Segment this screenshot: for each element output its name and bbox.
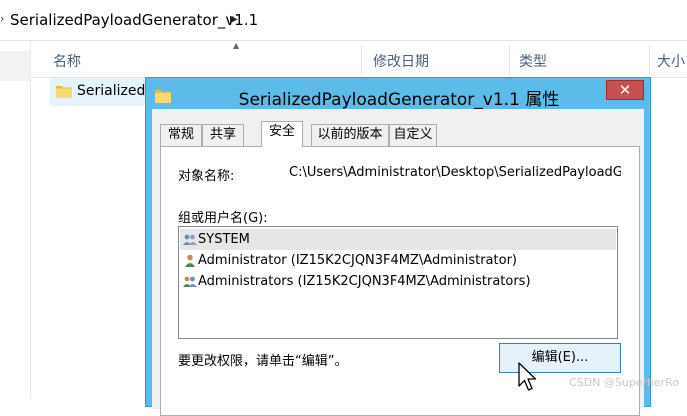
mouse-cursor-icon (518, 362, 537, 391)
address-path[interactable]: SerializedPayloadGenerator_v1.1 (10, 11, 258, 29)
tab-sharing[interactable]: 共享 (202, 124, 244, 146)
tab-previous-versions[interactable]: 以前的版本 (311, 124, 389, 146)
chevron-right-icon[interactable]: ▶ (230, 14, 238, 25)
navigation-pane-item[interactable] (0, 51, 30, 81)
column-divider[interactable] (361, 45, 362, 75)
list-item-administrator[interactable]: Administrator (IZ15K2CJQN3F4MZ\Administr… (180, 250, 616, 271)
user-name: Administrators (IZ15K2CJQN3F4MZ\Administ… (198, 274, 531, 289)
tab-customize[interactable]: 自定义 (389, 124, 437, 146)
properties-dialog: SerializedPayloadGenerator_v1.1 属性 ✕ 常规 … (145, 77, 651, 416)
navigation-pane (0, 41, 31, 399)
column-divider[interactable] (649, 45, 650, 75)
users-list[interactable]: SYSTEM Administrator (IZ15K2CJQN3F4MZ\Ad… (178, 226, 618, 339)
list-item-administrators[interactable]: Administrators (IZ15K2CJQN3F4MZ\Administ… (180, 271, 616, 292)
object-name-label: 对象名称: (178, 169, 235, 184)
group-or-user-label: 组或用户名(G): (178, 211, 268, 226)
users-group-icon (183, 276, 197, 287)
security-tab-panel: 对象名称: C:\Users\Administrator\Desktop\Ser… (160, 146, 640, 416)
dialog-title: SerializedPayloadGenerator_v1.1 属性 (238, 90, 560, 110)
user-icon (185, 254, 195, 267)
user-name: SYSTEM (198, 232, 250, 247)
watermark-text: CSDN @SuperherRo (569, 376, 680, 389)
column-type[interactable]: 类型 (519, 51, 547, 71)
address-back-chevron-icon: › (0, 12, 5, 25)
column-header: ▲ 名称 修改日期 类型 大小 (31, 41, 687, 78)
edit-hint-text: 要更改权限，请单击“编辑”。 (178, 354, 348, 369)
system-group-icon (183, 234, 197, 245)
dialog-body: 常规 共享 安全 以前的版本 自定义 对象名称: C:\Users\Admini… (152, 109, 644, 416)
tab-security[interactable]: 安全 (261, 121, 303, 147)
column-name[interactable]: 名称 (53, 51, 81, 71)
close-button[interactable]: ✕ (606, 80, 644, 100)
tab-general[interactable]: 常规 (160, 124, 202, 146)
column-date[interactable]: 修改日期 (373, 51, 429, 71)
column-size[interactable]: 大小 (657, 51, 685, 71)
list-item-system[interactable]: SYSTEM (180, 229, 616, 250)
user-name: Administrator (IZ15K2CJQN3F4MZ\Administr… (198, 253, 517, 268)
object-name-value: C:\Users\Administrator\Desktop\Serialize… (289, 165, 621, 180)
folder-icon (56, 86, 72, 98)
address-bar[interactable]: › SerializedPayloadGenerator_v1.1 ▶ (0, 0, 687, 41)
sort-up-icon: ▲ (233, 41, 240, 50)
column-divider[interactable] (509, 45, 510, 75)
